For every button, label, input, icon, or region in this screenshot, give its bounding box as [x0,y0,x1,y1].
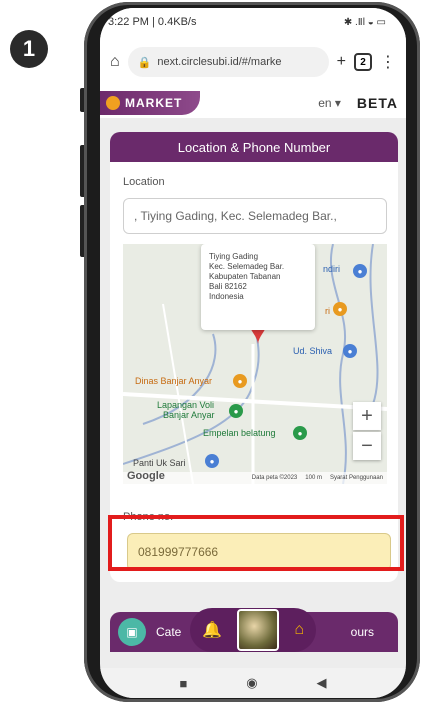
poi-panti-uk-sari: Panti Uk Sari [133,458,186,468]
url-bar[interactable]: 🔒 next.circlesubi.id/#/marke [127,47,329,77]
logo-text: MARKET [125,96,183,110]
zoom-in-button[interactable]: + [353,402,381,430]
home-icon[interactable]: ⌂ [294,621,304,639]
recents-icon[interactable]: ■ [179,676,187,691]
phone-screen: 3:22 PM | 0.4KB/s ✱ .Ⅱl ◒ ▭ ⌂ 🔒 next.cir… [100,8,406,698]
address-popup: Tiying Gading Kec. Selemadeg Bar. Kabupa… [201,244,315,330]
lock-icon: 🔒 [137,56,152,69]
language-label: en [318,96,332,110]
park-pin-icon: ● [229,404,243,418]
status-bar: 3:22 PM | 0.4KB/s ✱ .Ⅱl ◒ ▭ [100,8,406,36]
nature-pin-icon: ● [293,426,307,440]
map-data-credit: Data peta ©2023 [251,475,298,481]
language-selector[interactable]: en ▾ [318,96,341,110]
poi-mandiri: ndiri [323,264,341,274]
poi-dinas-banjar-anyar: Dinas Banjar Anyar [135,376,213,386]
google-logo: Google [127,470,165,482]
bank-pin-icon: ● [353,264,367,278]
more-menu-icon[interactable]: ⋮ [380,52,396,72]
address-line: Kec. Selemadeg Bar. [209,262,285,271]
step-number-badge: 1 [10,30,48,68]
place-pin-icon: ● [205,454,219,468]
poi-empelan-belatung: Empelan belatung [203,428,276,438]
browser-toolbar: ⌂ 🔒 next.circlesubi.id/#/marke + 2 ⋮ [100,36,406,88]
logo-icon [106,96,120,110]
floating-action-bar: 🔔 ⌂ [190,608,316,652]
location-label: Location [123,176,165,188]
home-nav-icon[interactable]: ◉ [246,675,257,691]
status-time: 3:22 PM | 0.4KB/s [108,16,197,28]
map-scale: 100 m [305,475,322,481]
store-pin-icon: ● [343,344,357,358]
header-right: en ▾ BETA [318,95,406,111]
address-line: Indonesia [209,292,244,301]
home-icon[interactable]: ⌂ [110,53,120,71]
shop-pin-icon: ● [333,302,347,316]
beta-label: BETA [356,95,398,111]
bell-icon[interactable]: 🔔 [202,620,222,640]
poi-ud-shiva: Ud. Shiva [293,346,333,356]
poi-banjar-anyar: Banjar Anyar [163,410,215,420]
zoom-out-button[interactable]: − [353,432,381,460]
office-pin-icon: ● [233,374,247,388]
cart-thumbnail[interactable] [237,609,280,651]
phone-field-highlight [108,515,404,571]
location-input[interactable]: , Tiying Gading, Kec. Selemadeg Bar., [123,198,387,234]
category-right-label: ours [350,625,374,639]
section-title: Location & Phone Number [110,132,398,162]
map-terms-link[interactable]: Syarat Penggunaan [330,475,383,481]
tab-switcher-button[interactable]: 2 [354,53,372,71]
market-logo[interactable]: MARKET [100,91,200,115]
app-header: MARKET en ▾ BETA [100,88,406,118]
back-icon[interactable]: ◀ [317,675,327,691]
poi-ri: ri [325,306,330,316]
address-line: Tiying Gading [209,252,259,261]
android-nav-bar: ■ ◉ ◀ [100,668,406,698]
poi-lapangan-voli: Lapangan Voli [157,400,215,410]
address-line: Kabupaten Tabanan [209,272,281,281]
url-text: next.circlesubi.id/#/marke [157,56,282,68]
location-map[interactable]: Tiying Gading Kec. Selemadeg Bar. Kabupa… [123,244,387,484]
address-line: Bali 82162 [209,282,247,291]
category-left: ▣ Cate [118,618,181,646]
status-icons: ✱ .Ⅱl ◒ ▭ [343,16,386,28]
new-tab-icon[interactable]: + [337,53,346,71]
chevron-down-icon: ▾ [334,96,341,110]
store-icon: ▣ [118,618,146,646]
category-label: Cate [156,625,182,639]
screenshot-root: 1 3:22 PM | 0.4KB/s ✱ .Ⅱl ◒ ▭ ⌂ 🔒 next.c… [0,0,423,705]
